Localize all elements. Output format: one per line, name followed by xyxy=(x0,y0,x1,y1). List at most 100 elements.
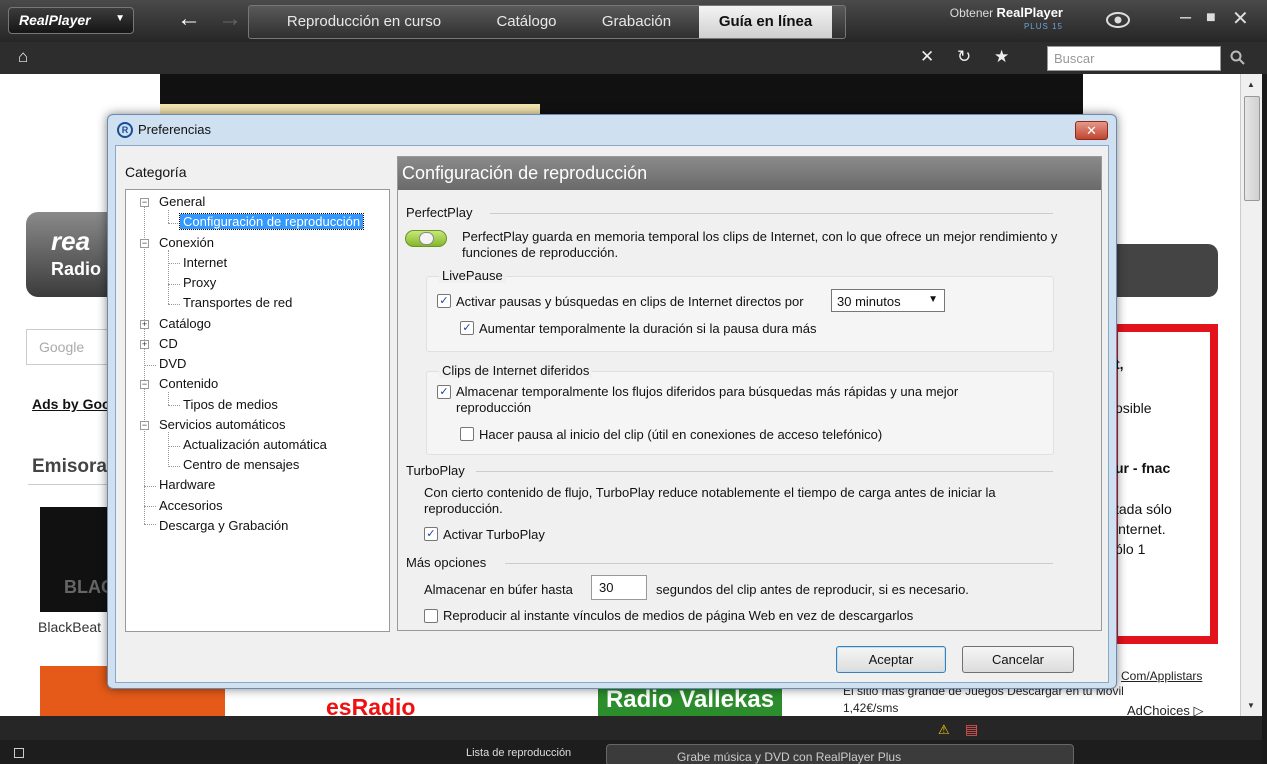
ok-button[interactable]: Aceptar xyxy=(836,646,946,673)
forward-arrow-icon[interactable]: → xyxy=(218,5,242,33)
tree-item-library[interactable]: Catálogo xyxy=(159,316,211,331)
tree-item-accessories[interactable]: Accesorios xyxy=(159,498,223,513)
esradio-logo[interactable]: esRadio xyxy=(326,694,415,716)
livepause-heading: LivePause xyxy=(439,268,506,283)
ad-text-line: ur - fnac xyxy=(1115,460,1171,476)
livepause-duration-select[interactable]: 30 minutos ▼ xyxy=(831,289,945,312)
preferences-dialog: R Preferencias ✕ Categoría − General Con… xyxy=(107,114,1117,689)
livepause-checkbox[interactable]: ✓ xyxy=(437,294,451,308)
exit-icon[interactable]: ▤ xyxy=(965,721,978,738)
buffer-seconds-input[interactable]: 30 xyxy=(591,575,647,600)
search-icon[interactable] xyxy=(1230,50,1246,66)
tree-item-download-recording[interactable]: Descarga y Grabación xyxy=(159,518,288,533)
ad-text-line: osible xyxy=(1115,400,1152,416)
tree-item-auto-update[interactable]: Actualización automática xyxy=(183,437,327,452)
buffer-deferred-checkbox[interactable]: ✓ xyxy=(437,385,451,399)
dialog-title-bar: R Preferencias ✕ xyxy=(108,115,1116,145)
tree-item-message-center[interactable]: Centro de mensajes xyxy=(183,457,299,472)
get-realplayer-plus-link[interactable]: Obtener RealPlayer PLUS 15 xyxy=(928,6,1063,33)
expander-icon[interactable]: + xyxy=(140,340,149,349)
applistars-link[interactable]: Com/Applistars xyxy=(1121,669,1202,683)
expander-icon[interactable]: − xyxy=(140,239,149,248)
radio-vallekas-logo[interactable]: Radio Vallekas xyxy=(598,686,782,716)
tree-item-internet[interactable]: Internet xyxy=(183,255,227,270)
perfectplay-toggle[interactable] xyxy=(405,230,447,247)
tab-library[interactable]: Catálogo xyxy=(479,6,574,38)
tab-burn[interactable]: Grabación xyxy=(574,6,699,38)
eye-icon[interactable] xyxy=(1106,11,1130,29)
tree-item-connection[interactable]: Conexión xyxy=(159,235,214,250)
mini-mode-icon[interactable] xyxy=(14,748,24,758)
pause-start-checkbox[interactable] xyxy=(460,427,474,441)
category-tree: − General Configuración de reproducción … xyxy=(125,189,390,632)
playlist-button[interactable]: Lista de reproducción xyxy=(466,747,571,759)
cancel-button[interactable]: Cancelar xyxy=(962,646,1074,673)
header-bar-right xyxy=(1110,244,1218,297)
tree-item-automatic-services[interactable]: Servicios automáticos xyxy=(159,417,285,432)
panel-title: Configuración de reproducción xyxy=(398,157,1101,190)
ads-by-google-link[interactable]: Ads by Goo xyxy=(32,396,111,412)
blackbeat-thumbnail[interactable]: BLAC xyxy=(40,507,114,612)
extend-pause-label[interactable]: Aumentar temporalmente la duración si la… xyxy=(479,321,816,337)
pause-start-label[interactable]: Hacer pausa al inicio del clip (útil en … xyxy=(479,427,882,443)
tree-item-content[interactable]: Contenido xyxy=(159,376,218,391)
scroll-down-icon[interactable]: ▼ xyxy=(1247,701,1255,710)
maximize-icon[interactable]: ■ xyxy=(1206,9,1216,27)
player-controls: Lista de reproducción Grabe música y DVD… xyxy=(0,740,1262,764)
chevron-down-icon: ▼ xyxy=(115,13,125,24)
google-search-box[interactable]: Google xyxy=(26,329,116,365)
buffer-prefix-label: Almacenar en búfer hasta xyxy=(424,582,573,597)
tree-item-cd[interactable]: CD xyxy=(159,336,178,351)
extend-pause-checkbox[interactable]: ✓ xyxy=(460,321,474,335)
livepause-label[interactable]: Activar pausas y búsquedas en clips de I… xyxy=(456,294,804,310)
tree-item-general[interactable]: General xyxy=(159,194,205,209)
chevron-down-icon: ▼ xyxy=(928,294,938,305)
turboplay-label[interactable]: Activar TurboPlay xyxy=(443,527,545,543)
scroll-up-icon[interactable]: ▲ xyxy=(1247,80,1255,89)
expander-icon[interactable]: + xyxy=(140,320,149,329)
buffer-deferred-label[interactable]: Almacenar temporalmente los flujos difer… xyxy=(456,384,986,416)
close-icon[interactable]: ✕ xyxy=(1232,6,1249,31)
more-options-heading: Más opciones xyxy=(406,555,487,570)
stop-icon[interactable]: ✕ xyxy=(920,47,934,67)
tree-item-hardware[interactable]: Hardware xyxy=(159,477,215,492)
home-icon[interactable]: ⌂ xyxy=(18,47,28,67)
adchoices-link[interactable]: AdChoices ▷ xyxy=(1127,703,1203,716)
window-edge xyxy=(1262,74,1267,764)
ad-text-line: internet. xyxy=(1115,521,1166,537)
status-bar: ⚠ ▤ Lista de reproducción Grabe música y… xyxy=(0,716,1262,764)
main-tabs: Reproducción en curso Catálogo Grabación… xyxy=(248,5,846,39)
turboplay-checkbox[interactable]: ✓ xyxy=(424,527,438,541)
ad-text-line: ólo 1 xyxy=(1115,541,1146,557)
scrollbar-thumb[interactable] xyxy=(1244,96,1260,201)
minimize-icon[interactable]: – xyxy=(1180,6,1191,29)
realplayer-menu-button[interactable]: RealPlayer ▼ xyxy=(8,7,134,34)
instant-play-checkbox[interactable] xyxy=(424,609,438,623)
favorite-star-icon[interactable]: ★ xyxy=(994,47,1009,67)
tree-item-media-types[interactable]: Tipos de medios xyxy=(183,397,278,412)
expander-icon[interactable]: − xyxy=(140,198,149,207)
instant-play-label[interactable]: Reproducir al instante vínculos de medio… xyxy=(443,608,913,624)
now-playing-display[interactable]: Grabe música y DVD con RealPlayer Plus xyxy=(606,744,1074,764)
buffer-suffix-label: segundos del clip antes de reproducir, s… xyxy=(656,582,969,597)
expander-icon[interactable]: − xyxy=(140,421,149,430)
dialog-close-button[interactable]: ✕ xyxy=(1075,121,1108,140)
advertisement-box[interactable] xyxy=(1110,324,1218,644)
stations-heading: Emisora xyxy=(32,456,107,477)
back-arrow-icon[interactable]: ← xyxy=(177,5,201,33)
tree-item-proxy[interactable]: Proxy xyxy=(183,275,216,290)
page-scrollbar[interactable]: ▲ ▼ xyxy=(1240,74,1262,716)
dialog-body: Categoría − General Configuración de rep… xyxy=(115,145,1109,683)
expander-icon[interactable]: − xyxy=(140,380,149,389)
tree-item-playback-settings[interactable]: Configuración de reproducción xyxy=(178,213,365,230)
refresh-icon[interactable]: ↻ xyxy=(957,47,971,67)
tab-now-playing[interactable]: Reproducción en curso xyxy=(249,6,479,38)
warning-icon[interactable]: ⚠ xyxy=(938,722,950,738)
turboplay-heading: TurboPlay xyxy=(406,463,465,478)
search-input[interactable]: Buscar xyxy=(1047,46,1221,71)
tree-item-dvd[interactable]: DVD xyxy=(159,356,186,371)
blackbeat-label[interactable]: BlackBeat xyxy=(38,619,101,635)
divider xyxy=(28,484,110,485)
tree-item-network-transports[interactable]: Transportes de red xyxy=(183,295,292,310)
tab-online-guide[interactable]: Guía en línea xyxy=(699,6,832,38)
